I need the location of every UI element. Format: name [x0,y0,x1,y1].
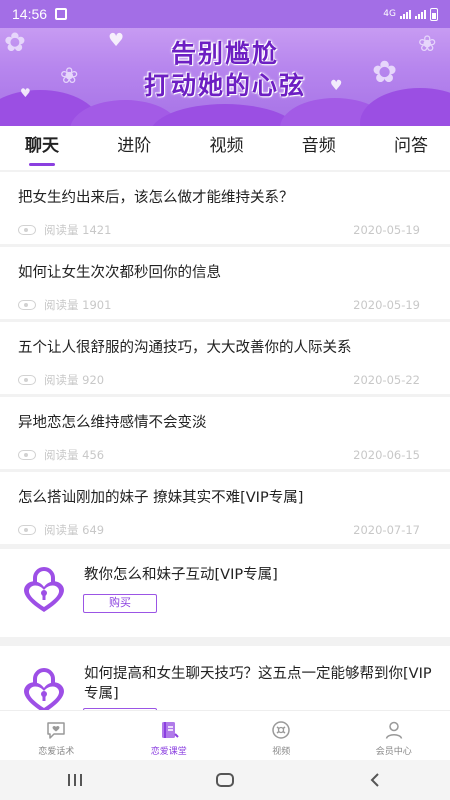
vip-course-title: 如何提高和女生聊天技巧？这五点一定能够帮到你[VIP专属] [84,666,432,702]
signal-icon [400,9,411,19]
user-icon [385,721,402,739]
nav-label: 恋爱话术 [38,747,75,757]
battery-icon [430,7,438,21]
article-title: 五个让人很舒服的沟通技巧，大大改善你的人际关系 [18,340,352,356]
back-button[interactable] [355,765,395,795]
article-date: 2020-05-19 [353,298,420,312]
article-date: 2020-05-19 [353,223,420,237]
recents-icon [68,774,82,786]
lock-heart-icon [24,668,64,710]
back-icon [370,773,379,787]
network-type: 4G [383,9,396,19]
recents-button[interactable] [55,765,95,795]
read-count: 阅读量 649 [44,523,105,537]
tab-video[interactable]: 视频 [210,126,244,170]
buy-button[interactable]: 购买 [83,594,157,613]
article-item[interactable]: 把女生约出来后，该怎么做才能维持关系？ 阅读量 1421 2020-05-19 [0,172,450,244]
vip-course-item[interactable]: 如何提高和女生聊天技巧？这五点一定能够帮到你[VIP专属] 购买 [0,646,450,710]
vip-course-item[interactable]: 教你怎么和妹子互动[VIP专属] 购买 [0,549,450,637]
video-icon [272,721,290,739]
home-icon [216,773,234,787]
article-title: 异地恋怎么维持感情不会变淡 [18,415,207,431]
status-bar: 14:56 4G [0,0,450,28]
banner-subheadline: 打动她的心弦 [143,71,306,100]
tab-qa[interactable]: 问答 [394,126,428,170]
eye-icon [18,450,36,460]
banner-cloud [150,104,300,126]
article-meta: 阅读量 920 2020-05-22 [18,372,420,388]
nav-love-talk[interactable]: 恋爱话术 [0,711,113,760]
read-count: 阅读量 920 [44,373,105,387]
bottom-navigation: 恋爱话术 恋爱课堂 视频 会员中心 [0,710,450,760]
article-date: 2020-07-17 [353,523,420,537]
system-navigation-bar [0,760,450,800]
article-title: 怎么搭讪刚加的妹子 撩妹其实不难[VIP专属] [18,490,304,506]
nav-video[interactable]: 视频 [225,711,338,760]
read-count: 阅读量 1421 [44,223,112,237]
read-count: 阅读量 456 [44,448,105,462]
tab-audio[interactable]: 音频 [302,126,336,170]
eye-icon [18,525,36,535]
tab-advanced[interactable]: 进阶 [117,126,151,170]
nav-label: 视频 [272,747,291,757]
article-item[interactable]: 五个让人很舒服的沟通技巧，大大改善你的人际关系 阅读量 920 2020-05-… [0,322,450,394]
article-meta: 阅读量 456 2020-06-15 [18,447,420,463]
article-meta: 阅读量 1901 2020-05-19 [18,297,420,313]
home-button[interactable] [205,765,245,795]
nav-love-class[interactable]: 恋爱课堂 [113,711,226,760]
lock-heart-icon [24,567,64,612]
nav-label: 恋爱课堂 [150,747,187,757]
eye-icon [18,375,36,385]
article-item[interactable]: 异地恋怎么维持感情不会变淡 阅读量 456 2020-06-15 [0,397,450,469]
eye-icon [18,300,36,310]
notification-icon [55,8,68,20]
banner[interactable]: ✿ ❀ ✿ ❀ ♥ ♥ ♥ 告别尴尬 打动她的心弦 [0,28,450,126]
nav-member-center[interactable]: 会员中心 [338,711,450,760]
eye-icon [18,225,36,235]
read-count: 阅读量 1901 [44,298,112,312]
category-tabs: 聊天 进阶 视频 音频 问答 [0,126,450,170]
article-item[interactable]: 如何让女生次次都秒回你的信息 阅读量 1901 2020-05-19 [0,247,450,319]
article-title: 把女生约出来后，该怎么做才能维持关系？ [18,190,294,206]
article-date: 2020-06-15 [353,448,420,462]
status-icons: 4G [383,7,438,21]
signal-icon-2 [415,9,426,19]
article-meta: 阅读量 649 2020-07-17 [18,522,420,538]
tab-chat[interactable]: 聊天 [25,126,59,170]
article-date: 2020-05-22 [353,373,420,387]
banner-headline: 告别尴尬 [170,39,279,68]
status-time: 14:56 [12,6,48,22]
article-title: 如何让女生次次都秒回你的信息 [18,265,221,281]
article-item[interactable]: 怎么搭讪刚加的妹子 撩妹其实不难[VIP专属] 阅读量 649 2020-07-… [0,472,450,544]
book-icon [161,722,179,738]
article-meta: 阅读量 1421 2020-05-19 [18,222,420,238]
nav-label: 会员中心 [375,747,412,757]
vip-course-title: 教你怎么和妹子互动[VIP专属] [84,567,278,583]
chat-heart-icon [47,722,65,739]
